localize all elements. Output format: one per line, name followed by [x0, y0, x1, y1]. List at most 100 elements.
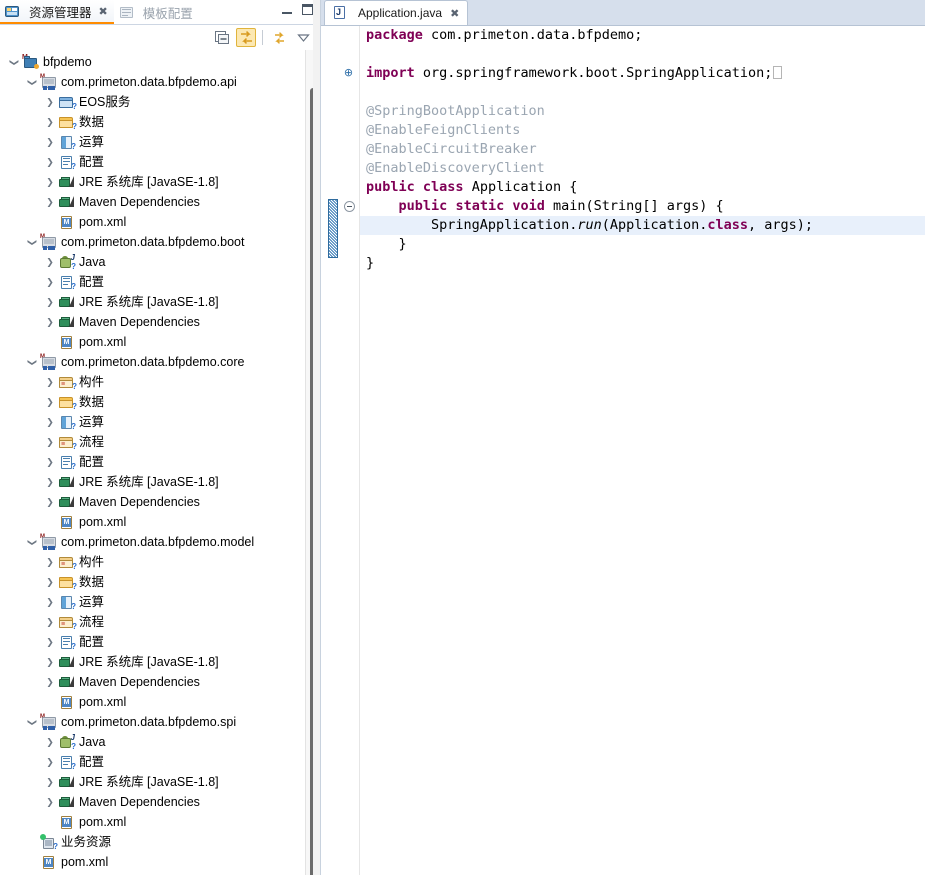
- editor-gutter[interactable]: ⊕: [320, 26, 360, 875]
- chevron-right-icon[interactable]: ❯: [42, 314, 58, 330]
- chevron-right-icon[interactable]: ❯: [42, 254, 58, 270]
- tree-row[interactable]: ❯JRE 系统库 [JavaSE-1.8]: [0, 652, 319, 672]
- close-icon[interactable]: ✖: [450, 7, 459, 20]
- pane-divider[interactable]: [313, 0, 320, 875]
- refresh-button[interactable]: [269, 28, 289, 47]
- code-line[interactable]: import org.springframework.boot.SpringAp…: [360, 64, 925, 83]
- chevron-right-icon[interactable]: ❯: [42, 454, 58, 470]
- tree-row[interactable]: ❯?业务资源: [0, 832, 319, 852]
- chevron-right-icon[interactable]: ❯: [42, 674, 58, 690]
- tree-row[interactable]: ❯Mpom.xml: [0, 512, 319, 532]
- code-line[interactable]: @EnableDiscoveryClient: [360, 159, 925, 178]
- chevron-right-icon[interactable]: ❯: [42, 194, 58, 210]
- fold-collapse-icon[interactable]: [344, 201, 355, 212]
- code-line[interactable]: }: [360, 254, 925, 273]
- tree-row[interactable]: ❯≡?流程: [0, 432, 319, 452]
- tree-row[interactable]: ❯Mpom.xml: [0, 692, 319, 712]
- maximize-icon[interactable]: [302, 4, 313, 15]
- tree-row[interactable]: ❯?数据: [0, 112, 319, 132]
- tree-row[interactable]: ❯≡?构件: [0, 372, 319, 392]
- tree-row[interactable]: ❯J?Java: [0, 732, 319, 752]
- project-tree-container[interactable]: ❯Mbfpdemo❯Mcom.primeton.data.bfpdemo.api…: [0, 50, 319, 875]
- close-icon[interactable]: ✖: [99, 5, 108, 18]
- tree-row[interactable]: ❯Mpom.xml: [0, 812, 319, 832]
- tree-row[interactable]: ❯Mcom.primeton.data.bfpdemo.api: [0, 72, 319, 92]
- chevron-down-icon[interactable]: ❯: [24, 354, 40, 370]
- code-line[interactable]: }: [360, 235, 925, 254]
- tree-row[interactable]: ❯?数据: [0, 392, 319, 412]
- chevron-right-icon[interactable]: ❯: [42, 474, 58, 490]
- chevron-right-icon[interactable]: ❯: [42, 94, 58, 110]
- tree-row[interactable]: ❯Maven Dependencies: [0, 792, 319, 812]
- minimize-icon[interactable]: [282, 5, 292, 14]
- tree-row[interactable]: ❯Mcom.primeton.data.bfpdemo.core: [0, 352, 319, 372]
- code-line[interactable]: @EnableCircuitBreaker: [360, 140, 925, 159]
- tree-row[interactable]: ❯?配置: [0, 752, 319, 772]
- code-line[interactable]: [360, 45, 925, 64]
- view-tab-template-config[interactable]: 模板配置: [114, 0, 199, 24]
- code-line[interactable]: @EnableFeignClients: [360, 121, 925, 140]
- tree-row[interactable]: ❯Maven Dependencies: [0, 312, 319, 332]
- chevron-right-icon[interactable]: ❯: [42, 294, 58, 310]
- code-line[interactable]: package com.primeton.data.bfpdemo;: [360, 26, 925, 45]
- tree-row[interactable]: ❯?配置: [0, 632, 319, 652]
- tree-row[interactable]: ❯Maven Dependencies: [0, 672, 319, 692]
- code-line[interactable]: public class Application {: [360, 178, 925, 197]
- chevron-right-icon[interactable]: ❯: [42, 434, 58, 450]
- import-fold-box-icon[interactable]: [773, 66, 782, 79]
- view-menu-button[interactable]: [293, 28, 313, 47]
- chevron-down-icon[interactable]: ❯: [6, 54, 22, 70]
- chevron-down-icon[interactable]: ❯: [24, 714, 40, 730]
- chevron-right-icon[interactable]: ❯: [42, 414, 58, 430]
- tree-row[interactable]: ❯≡?流程: [0, 612, 319, 632]
- tree-row[interactable]: ❯≡?构件: [0, 552, 319, 572]
- tree-row[interactable]: ❯Mpom.xml: [0, 852, 319, 872]
- chevron-right-icon[interactable]: ❯: [42, 794, 58, 810]
- tree-row[interactable]: ❯Mcom.primeton.data.bfpdemo.boot: [0, 232, 319, 252]
- chevron-right-icon[interactable]: ❯: [42, 754, 58, 770]
- tree-row[interactable]: ❯?运算: [0, 412, 319, 432]
- tree-row[interactable]: ❯?配置: [0, 152, 319, 172]
- chevron-down-icon[interactable]: ❯: [24, 534, 40, 550]
- chevron-down-icon[interactable]: ❯: [24, 234, 40, 250]
- chevron-right-icon[interactable]: ❯: [42, 634, 58, 650]
- chevron-right-icon[interactable]: ❯: [42, 614, 58, 630]
- tree-row[interactable]: ❯J?Java: [0, 252, 319, 272]
- chevron-right-icon[interactable]: ❯: [42, 734, 58, 750]
- code-line[interactable]: @SpringBootApplication: [360, 102, 925, 121]
- import-expand-icon[interactable]: ⊕: [344, 69, 353, 78]
- tree-row[interactable]: ❯JRE 系统库 [JavaSE-1.8]: [0, 772, 319, 792]
- chevron-right-icon[interactable]: ❯: [42, 154, 58, 170]
- chevron-right-icon[interactable]: ❯: [42, 134, 58, 150]
- tree-row[interactable]: ❯Mpom.xml: [0, 212, 319, 232]
- tree-row[interactable]: ❯?运算: [0, 592, 319, 612]
- chevron-right-icon[interactable]: ❯: [42, 654, 58, 670]
- code-line[interactable]: public static void main(String[] args) {: [360, 197, 925, 216]
- chevron-right-icon[interactable]: ❯: [42, 494, 58, 510]
- editor-tab-application-java[interactable]: J Application.java ✖: [324, 0, 468, 25]
- link-with-editor-button[interactable]: [236, 28, 256, 47]
- tree-row[interactable]: ❯?EOS服务: [0, 92, 319, 112]
- chevron-right-icon[interactable]: ❯: [42, 554, 58, 570]
- tree-row[interactable]: ❯?配置: [0, 272, 319, 292]
- chevron-right-icon[interactable]: ❯: [42, 394, 58, 410]
- tree-row[interactable]: ❯Maven Dependencies: [0, 492, 319, 512]
- chevron-right-icon[interactable]: ❯: [42, 594, 58, 610]
- tree-row[interactable]: ❯Mcom.primeton.data.bfpdemo.spi: [0, 712, 319, 732]
- tree-row[interactable]: ❯JRE 系统库 [JavaSE-1.8]: [0, 172, 319, 192]
- view-tab-resource-explorer[interactable]: 资源管理器 ✖: [0, 0, 114, 24]
- tree-row[interactable]: ❯Mbfpdemo: [0, 52, 319, 72]
- tree-row[interactable]: ❯Mpom.xml: [0, 332, 319, 352]
- tree-row[interactable]: ❯JRE 系统库 [JavaSE-1.8]: [0, 292, 319, 312]
- tree-row[interactable]: ❯?数据: [0, 572, 319, 592]
- collapse-all-button[interactable]: [212, 28, 232, 47]
- chevron-right-icon[interactable]: ❯: [42, 574, 58, 590]
- source-code[interactable]: package com.primeton.data.bfpdemo; impor…: [360, 26, 925, 875]
- chevron-right-icon[interactable]: ❯: [42, 114, 58, 130]
- tree-row[interactable]: ❯?运算: [0, 132, 319, 152]
- chevron-right-icon[interactable]: ❯: [42, 374, 58, 390]
- code-line[interactable]: [360, 83, 925, 102]
- chevron-down-icon[interactable]: ❯: [24, 74, 40, 90]
- chevron-right-icon[interactable]: ❯: [42, 274, 58, 290]
- chevron-right-icon[interactable]: ❯: [42, 774, 58, 790]
